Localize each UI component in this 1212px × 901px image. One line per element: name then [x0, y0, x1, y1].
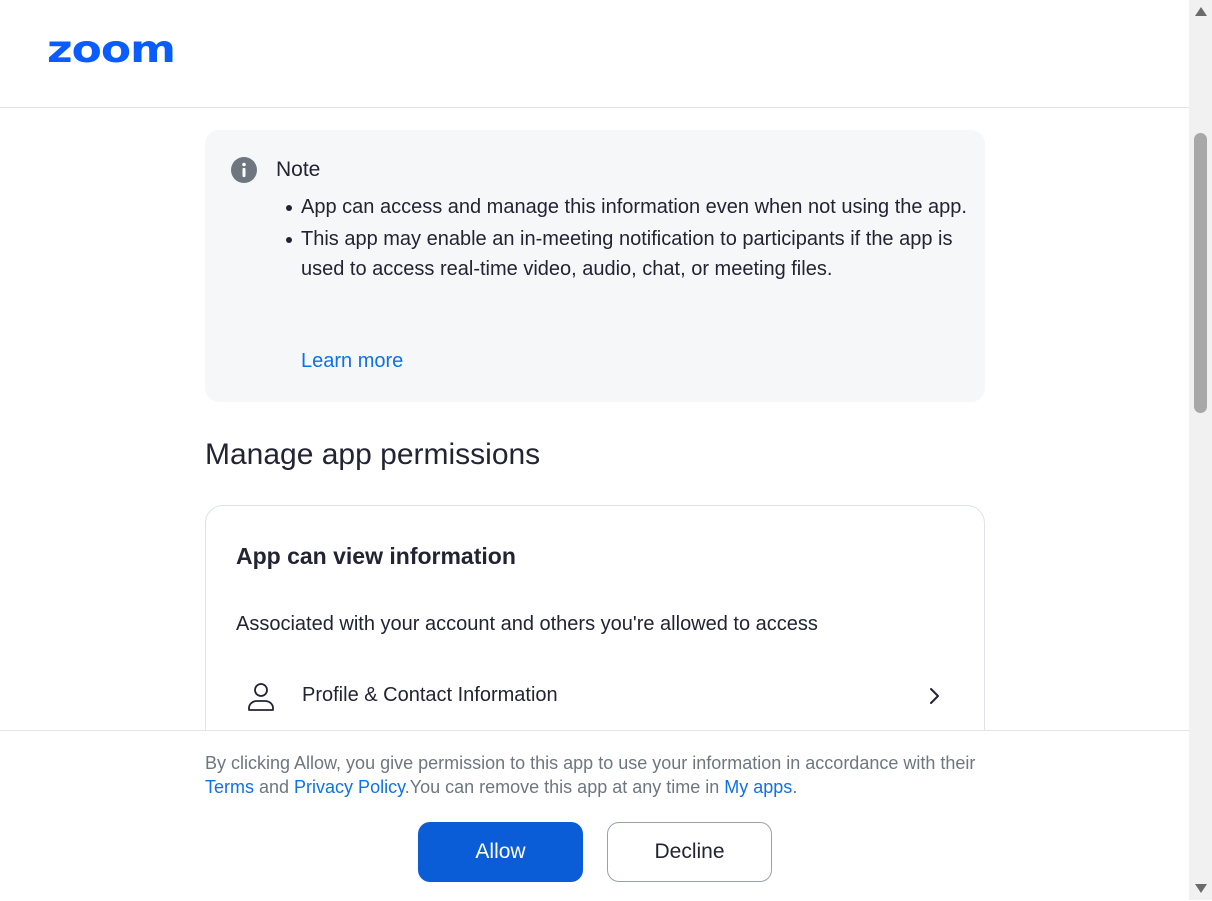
- consent-suffix: .: [792, 777, 798, 797]
- consent-prefix: By clicking Allow, you give permission t…: [205, 753, 976, 773]
- chevron-right-icon: [930, 688, 939, 704]
- scrollbar[interactable]: [1189, 0, 1212, 900]
- scroll-down-arrow-icon[interactable]: [1195, 884, 1207, 893]
- privacy-policy-link[interactable]: Privacy Policy: [294, 777, 405, 797]
- permission-row-profile[interactable]: Profile & Contact Information: [246, 678, 946, 718]
- decline-button[interactable]: Decline: [607, 822, 772, 882]
- note-title: Note: [276, 158, 321, 181]
- note-item: This app may enable an in-meeting notifi…: [286, 224, 971, 284]
- scrollbar-thumb[interactable]: [1194, 133, 1207, 413]
- main-content: Note App can access and manage this info…: [0, 108, 1189, 730]
- info-icon: [231, 157, 257, 183]
- consent-middle: .You can remove this app at any time in: [404, 777, 725, 797]
- permissions-heading: Manage app permissions: [205, 438, 541, 471]
- card-title: App can view information: [236, 543, 516, 569]
- user-icon: [248, 683, 274, 711]
- consent-text: By clicking Allow, you give permission t…: [205, 751, 995, 799]
- note-list: App can access and manage this informati…: [286, 192, 971, 286]
- consent-and: and: [254, 777, 295, 797]
- note-panel: Note App can access and manage this info…: [205, 130, 985, 402]
- page-header: zoom: [0, 0, 1189, 108]
- permissions-card: App can view information Associated with…: [205, 505, 985, 730]
- card-description: Associated with your account and others …: [236, 613, 818, 635]
- permission-row-label: Profile & Contact Information: [302, 684, 558, 706]
- my-apps-link[interactable]: My apps: [724, 777, 792, 797]
- terms-link[interactable]: Terms: [205, 777, 254, 797]
- learn-more-link[interactable]: Learn more: [301, 350, 403, 373]
- note-item: App can access and manage this informati…: [286, 192, 971, 222]
- consent-footer: By clicking Allow, you give permission t…: [0, 730, 1189, 901]
- scroll-up-arrow-icon[interactable]: [1195, 7, 1207, 16]
- zoom-logo: zoom: [47, 28, 176, 72]
- allow-button[interactable]: Allow: [418, 822, 583, 882]
